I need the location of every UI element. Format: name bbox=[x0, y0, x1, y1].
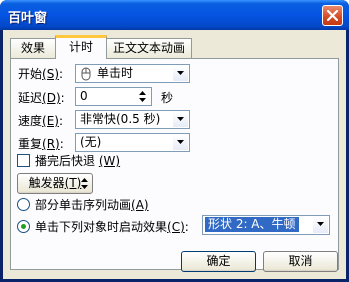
trigger-object-select[interactable]: 形状 2: A、牛顿 bbox=[202, 215, 330, 235]
repeat-label: 重复(R): bbox=[18, 137, 64, 151]
start-select[interactable]: 单击时 bbox=[75, 64, 190, 83]
speed-label: 速度(E): bbox=[18, 114, 64, 128]
start-dropdown-arrow[interactable] bbox=[173, 66, 188, 81]
trigger-object-value: 形状 2: A、牛顿 bbox=[205, 217, 299, 232]
repeat-dropdown-arrow[interactable] bbox=[173, 135, 188, 150]
sequence-label[interactable]: 部分单击序列动画(A) bbox=[35, 198, 149, 212]
dialog-body: 效果 计时 正文文本动画 开始(S): 单击时 延迟(D): 0 秒 速度(E)… bbox=[3, 30, 346, 279]
delay-value: 0 bbox=[80, 89, 88, 103]
repeat-select[interactable]: (无) bbox=[75, 133, 190, 152]
delay-spinner[interactable]: 0 bbox=[75, 87, 152, 106]
chevron-down-icon bbox=[177, 140, 184, 144]
speed-value: 非常快(0.5 秒) bbox=[80, 112, 161, 126]
close-button[interactable] bbox=[322, 5, 343, 26]
spin-down-icon bbox=[139, 98, 146, 102]
close-icon bbox=[327, 10, 338, 21]
speed-dropdown-arrow[interactable] bbox=[173, 112, 188, 127]
delay-label: 延迟(D): bbox=[18, 91, 65, 105]
mouse-icon bbox=[81, 67, 91, 81]
title-bar[interactable]: 百叶窗 bbox=[0, 0, 349, 30]
spin-up-icon bbox=[139, 91, 146, 95]
trigger-object-dropdown-arrow[interactable] bbox=[313, 217, 328, 233]
tab-effect[interactable]: 效果 bbox=[10, 38, 56, 58]
rewind-label[interactable]: 播完后快退 (W) bbox=[35, 154, 120, 168]
delay-unit: 秒 bbox=[161, 91, 174, 105]
radio-sequence[interactable] bbox=[17, 198, 30, 211]
chevron-down-icon bbox=[177, 71, 184, 75]
triggers-button[interactable]: 触发器(T) bbox=[17, 173, 93, 194]
radio-start-on-click[interactable] bbox=[17, 220, 30, 233]
tab-timing[interactable]: 计时 bbox=[55, 35, 107, 59]
start-value: 单击时 bbox=[97, 66, 134, 80]
window-title: 百叶窗 bbox=[8, 11, 48, 26]
chevron-down-icon bbox=[177, 117, 184, 121]
start-label-text: 开始(S): bbox=[18, 67, 64, 81]
tab-text-animation[interactable]: 正文文本动画 bbox=[106, 38, 192, 58]
ok-button[interactable]: 确定 bbox=[181, 251, 256, 272]
cancel-button[interactable]: 取消 bbox=[263, 251, 338, 272]
dialog-window: 百叶窗 效果 计时 正文文本动画 开始(S): 单击时 延迟(D): 0 秒 速… bbox=[0, 0, 349, 282]
repeat-value: (无) bbox=[80, 135, 102, 149]
rewind-checkbox[interactable] bbox=[17, 154, 30, 167]
delay-spin-buttons[interactable] bbox=[136, 89, 150, 104]
chevron-down-icon bbox=[317, 222, 324, 226]
chevron-up-down-icon bbox=[81, 178, 88, 189]
radio-selected-dot bbox=[21, 224, 26, 229]
speed-select[interactable]: 非常快(0.5 秒) bbox=[75, 110, 190, 129]
start-on-click-label[interactable]: 单击下列对象时启动效果(C): bbox=[35, 220, 189, 234]
